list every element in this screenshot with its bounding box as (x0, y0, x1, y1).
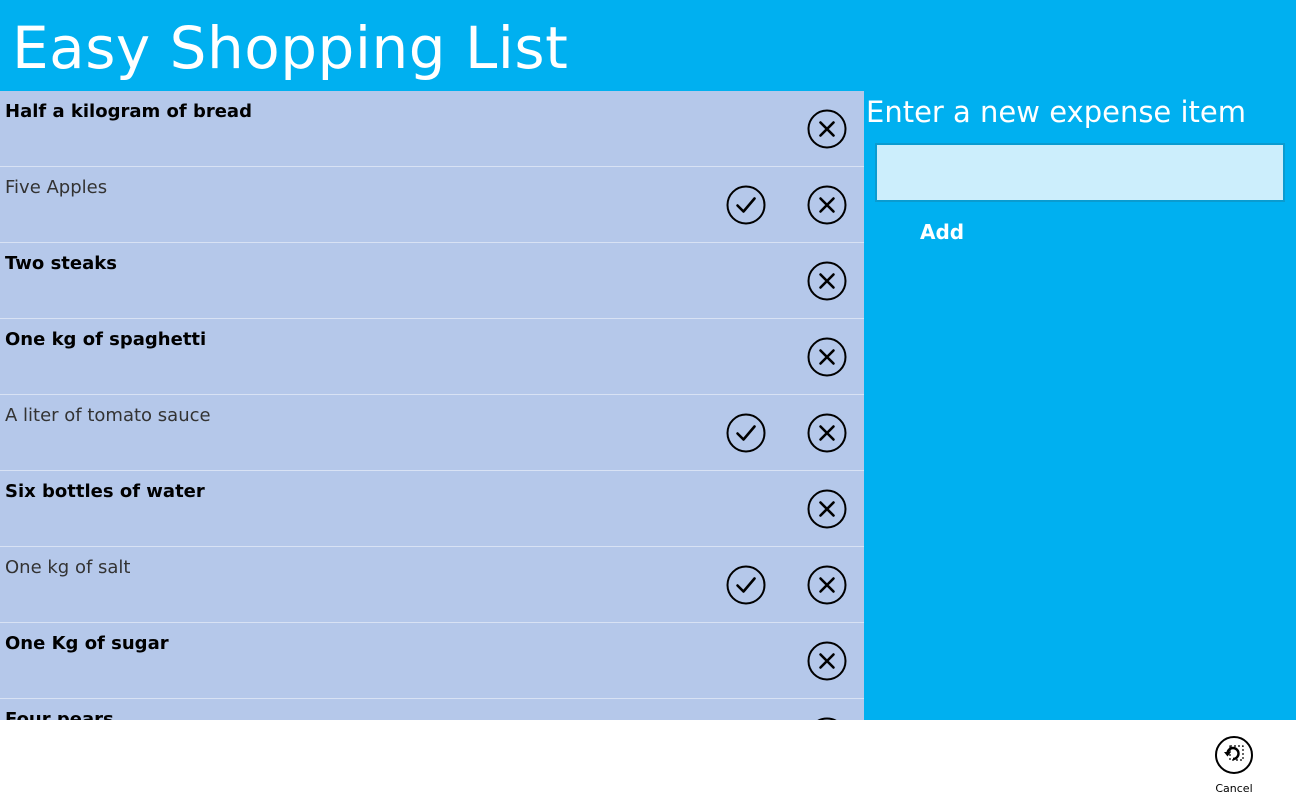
item-label: One kg of salt (5, 557, 131, 578)
checkmark-circle-icon (726, 413, 766, 453)
delete-item-button[interactable] (807, 261, 847, 301)
close-circle-icon (807, 565, 847, 605)
item-label: One Kg of sugar (5, 633, 169, 654)
add-button[interactable]: Add (920, 220, 964, 244)
new-item-input[interactable] (875, 143, 1285, 202)
list-item[interactable]: Six bottles of water (0, 471, 864, 547)
new-item-heading: Enter a new expense item (866, 95, 1247, 129)
list-item[interactable]: Half a kilogram of bread (0, 91, 864, 167)
close-circle-icon (807, 185, 847, 225)
mark-purchased-button[interactable] (726, 413, 766, 453)
cancel-button[interactable]: Cancel (1203, 734, 1265, 804)
cancel-label: Cancel (1215, 782, 1253, 795)
app-title: Easy Shopping List (12, 14, 569, 82)
item-label: Half a kilogram of bread (5, 101, 252, 122)
app-window: Easy Shopping List Half a kilogram of br… (0, 0, 1296, 810)
app-bar: Cancel (0, 720, 1296, 810)
delete-item-button[interactable] (807, 337, 847, 377)
close-circle-icon (807, 413, 847, 453)
app-background: Easy Shopping List Half a kilogram of br… (0, 0, 1296, 720)
close-circle-icon (807, 337, 847, 377)
close-circle-icon (807, 261, 847, 301)
list-item[interactable]: One kg of salt (0, 547, 864, 623)
item-label: One kg of spaghetti (5, 329, 207, 350)
close-circle-icon (807, 489, 847, 529)
delete-item-button[interactable] (807, 413, 847, 453)
mark-purchased-button[interactable] (726, 565, 766, 605)
new-item-panel: Enter a new expense item Add (866, 91, 1296, 720)
item-label: A liter of tomato sauce (5, 405, 211, 426)
undo-icon (1214, 735, 1254, 775)
list-item[interactable]: One Kg of sugar (0, 623, 864, 699)
delete-item-button[interactable] (807, 641, 847, 681)
delete-item-button[interactable] (807, 489, 847, 529)
shopping-list[interactable]: Half a kilogram of bread Five Apples Two… (0, 91, 864, 720)
mark-purchased-button[interactable] (726, 185, 766, 225)
list-item[interactable]: A liter of tomato sauce (0, 395, 864, 471)
delete-item-button[interactable] (807, 565, 847, 605)
list-item[interactable]: Two steaks (0, 243, 864, 319)
delete-item-button[interactable] (807, 185, 847, 225)
list-item[interactable]: Five Apples (0, 167, 864, 243)
item-label: Five Apples (5, 177, 108, 198)
item-label: Two steaks (5, 253, 117, 274)
delete-item-button[interactable] (807, 109, 847, 149)
close-circle-icon (807, 109, 847, 149)
list-item[interactable]: Four pears (0, 699, 864, 720)
checkmark-circle-icon (726, 565, 766, 605)
checkmark-circle-icon (726, 185, 766, 225)
item-label: Six bottles of water (5, 481, 205, 502)
item-label: Four pears (5, 709, 114, 720)
list-item[interactable]: One kg of spaghetti (0, 319, 864, 395)
close-circle-icon (807, 641, 847, 681)
